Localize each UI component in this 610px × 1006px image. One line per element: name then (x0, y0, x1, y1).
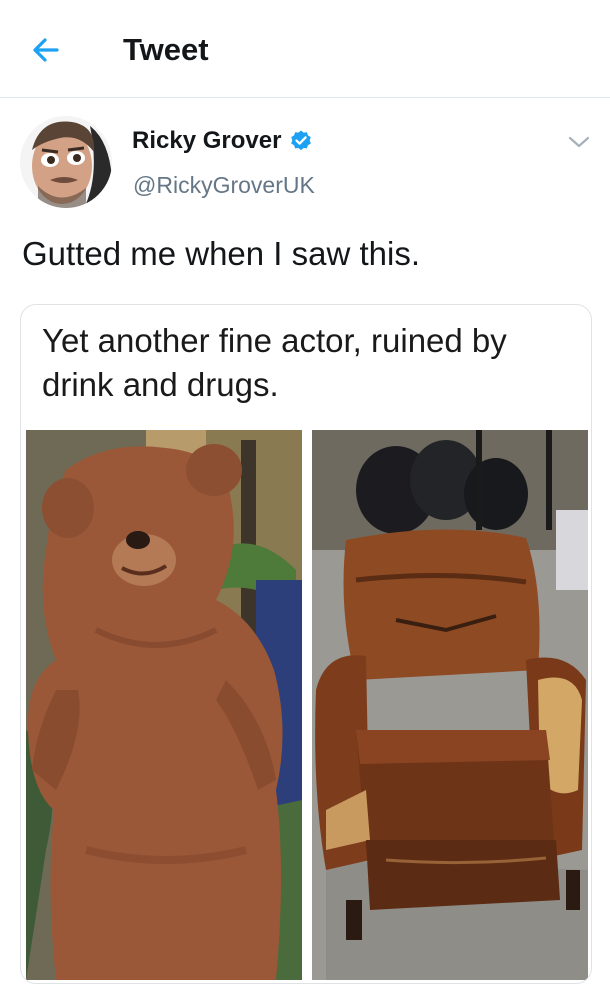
meme-caption: Yet another fine actor, ruined by drink … (42, 322, 507, 403)
teddy-bear-photo (26, 430, 302, 980)
author-name-text: Ricky Grover (132, 127, 282, 154)
armchair-photo (312, 430, 588, 980)
tweet-media[interactable]: Yet another fine actor, ruined by drink … (20, 304, 592, 984)
arrow-left-icon (33, 38, 59, 62)
author-handle[interactable]: @RickyGroverUK (133, 170, 315, 200)
top-bar: Tweet (0, 0, 610, 98)
tweet-text: Gutted me when I saw this. (22, 235, 421, 272)
author-name[interactable]: Ricky Grover (132, 126, 313, 156)
meme-image (26, 430, 588, 980)
page-title: Tweet (123, 32, 209, 67)
verified-badge-icon (291, 130, 312, 151)
avatar[interactable] (20, 116, 112, 208)
tweet-menu-button[interactable] (564, 130, 594, 154)
back-button[interactable] (24, 28, 68, 72)
chevron-down-icon (568, 136, 590, 148)
